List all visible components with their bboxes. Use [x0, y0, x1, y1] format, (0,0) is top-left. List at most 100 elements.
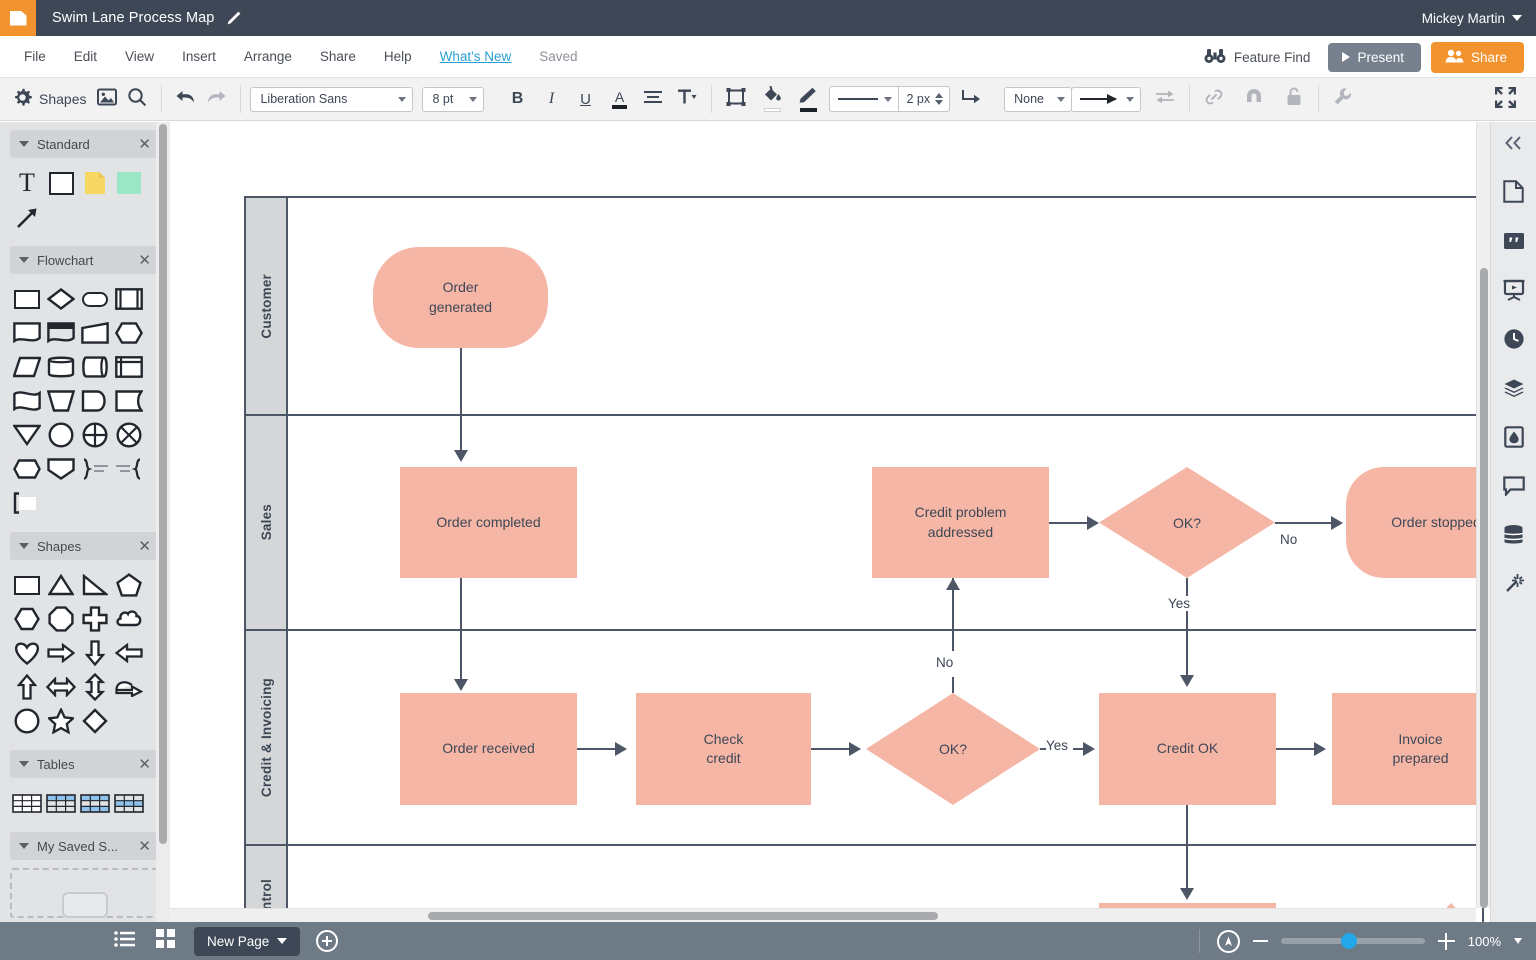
- node-invoice-prepared[interactable]: Invoice prepared: [1332, 693, 1490, 805]
- document-properties-button[interactable]: [1499, 179, 1529, 209]
- fullscreen-button[interactable]: [1490, 85, 1520, 115]
- grid-view-button[interactable]: [148, 926, 182, 956]
- shape-merge[interactable]: [10, 418, 44, 452]
- close-icon[interactable]: ✕: [138, 137, 151, 152]
- shape-cloud[interactable]: [112, 602, 146, 636]
- shape-triangle[interactable]: [44, 568, 78, 602]
- shape-diamond[interactable]: [78, 704, 112, 738]
- underline-button[interactable]: U: [570, 84, 600, 114]
- fill-color-button[interactable]: [757, 84, 787, 114]
- search-button[interactable]: [122, 84, 152, 114]
- shape-delay[interactable]: [112, 384, 146, 418]
- shape-right-brace[interactable]: [78, 452, 112, 486]
- share-button[interactable]: Share: [1430, 41, 1524, 73]
- line-style-select[interactable]: [830, 96, 898, 102]
- shape-display[interactable]: [78, 384, 112, 418]
- shape-left-brace[interactable]: [112, 452, 146, 486]
- panel-header-my-saved-shapes[interactable]: My Saved S... ✕: [10, 832, 160, 860]
- node-order-generated[interactable]: Order generated: [373, 247, 548, 348]
- node-check-credit[interactable]: Check credit: [636, 693, 811, 805]
- shape-right-triangle[interactable]: [78, 568, 112, 602]
- snap-button[interactable]: [1239, 84, 1269, 114]
- swimlane-sales[interactable]: Sales Order completed Credit problem add…: [244, 414, 1490, 632]
- shape-table-banded[interactable]: [112, 786, 146, 820]
- comments-button[interactable]: [1499, 473, 1529, 503]
- shape-preparation[interactable]: [112, 316, 146, 350]
- line-color-button[interactable]: [793, 84, 823, 114]
- vertical-scroll-thumb[interactable]: [1480, 268, 1488, 908]
- shape-internal-storage[interactable]: [112, 350, 146, 384]
- end-arrow-select[interactable]: [1071, 86, 1142, 112]
- menu-whats-new[interactable]: What's New: [430, 45, 522, 68]
- font-family-select[interactable]: Liberation Sans: [250, 86, 414, 112]
- stepper-down-icon[interactable]: [935, 100, 944, 105]
- shape-bent-arrow[interactable]: [112, 670, 146, 704]
- shape-note[interactable]: [78, 166, 112, 200]
- shape-arrow-left[interactable]: [112, 636, 146, 670]
- shape-decision[interactable]: [44, 282, 78, 316]
- node-order-stopped[interactable]: Order stopped: [1346, 467, 1490, 578]
- swimlane-credit-invoicing[interactable]: Credit & Invoicing No Order received Che…: [244, 629, 1490, 847]
- insert-image-button[interactable]: [92, 84, 122, 114]
- shape-style-button[interactable]: [721, 84, 751, 114]
- node-credit-ok-decision[interactable]: OK?: [866, 693, 1040, 805]
- link-button[interactable]: [1199, 84, 1229, 114]
- menu-arrange[interactable]: Arrange: [234, 45, 302, 68]
- close-icon[interactable]: ✕: [138, 253, 151, 268]
- shape-manual-operation[interactable]: [44, 384, 78, 418]
- connector-type-button[interactable]: [956, 84, 986, 114]
- shape-cross[interactable]: [78, 602, 112, 636]
- panel-header-flowchart[interactable]: Flowchart ✕: [10, 246, 160, 274]
- text-options-button[interactable]: [672, 84, 702, 114]
- canvas-horizontal-scrollbar[interactable]: [170, 908, 1476, 922]
- shape-bracket[interactable]: [10, 486, 44, 520]
- panel-header-shapes[interactable]: Shapes ✕: [10, 532, 160, 560]
- menu-help[interactable]: Help: [374, 45, 422, 68]
- shape-heart[interactable]: [10, 636, 44, 670]
- collapse-panel-button[interactable]: [1499, 130, 1529, 160]
- sidebar-scroll-track[interactable]: [156, 122, 170, 922]
- layers-button[interactable]: [1499, 375, 1529, 405]
- shape-paper-tape[interactable]: [10, 384, 44, 418]
- sidebar-scroll-thumb[interactable]: [159, 124, 167, 844]
- menu-share[interactable]: Share: [310, 45, 366, 68]
- navigator-button[interactable]: [1216, 929, 1240, 953]
- user-menu[interactable]: Mickey Martin: [1422, 0, 1522, 36]
- revision-history-button[interactable]: [1499, 326, 1529, 356]
- shapes-button[interactable]: Shapes: [9, 88, 92, 110]
- node-credit-problem-addressed[interactable]: Credit problem addressed: [872, 467, 1049, 578]
- node-order-completed[interactable]: Order completed: [400, 467, 577, 578]
- presentation-button[interactable]: [1499, 277, 1529, 307]
- data-links-button[interactable]: [1499, 522, 1529, 552]
- shape-multi-document[interactable]: [44, 316, 78, 350]
- lane-header-customer[interactable]: Customer: [246, 198, 288, 414]
- menu-insert[interactable]: Insert: [172, 45, 226, 68]
- shape-or[interactable]: [112, 418, 146, 452]
- shape-arrow-up[interactable]: [10, 670, 44, 704]
- shape-process[interactable]: [10, 282, 44, 316]
- shape-text[interactable]: T: [10, 166, 44, 200]
- zoom-in-button[interactable]: [1437, 932, 1455, 950]
- shape-arrow-left-right[interactable]: [44, 670, 78, 704]
- font-size-select[interactable]: 8 pt: [422, 86, 485, 112]
- shape-hexagon[interactable]: [10, 602, 44, 636]
- line-width-stepper[interactable]: [935, 93, 949, 105]
- shape-manual-input[interactable]: [78, 316, 112, 350]
- stepper-up-icon[interactable]: [935, 93, 944, 98]
- shape-direct-data[interactable]: [78, 350, 112, 384]
- feature-find-button[interactable]: Feature Find: [1196, 44, 1319, 71]
- settings-button[interactable]: [1328, 84, 1358, 114]
- canvas-vertical-scrollbar[interactable]: [1476, 122, 1490, 908]
- shape-sticky[interactable]: [112, 166, 146, 200]
- shape-data-button[interactable]: [1499, 571, 1529, 601]
- close-icon[interactable]: ✕: [138, 839, 151, 854]
- italic-button[interactable]: I: [536, 84, 566, 114]
- shape-stored-data[interactable]: [44, 350, 78, 384]
- pencil-icon[interactable]: [225, 10, 242, 27]
- new-page-button[interactable]: New Page: [194, 926, 301, 956]
- document-title[interactable]: Swim Lane Process Map: [52, 10, 214, 26]
- shape-pentagon[interactable]: [112, 568, 146, 602]
- reverse-direction-button[interactable]: [1150, 84, 1180, 114]
- saved-shape-placeholder[interactable]: [10, 868, 160, 918]
- notes-button[interactable]: [1499, 228, 1529, 258]
